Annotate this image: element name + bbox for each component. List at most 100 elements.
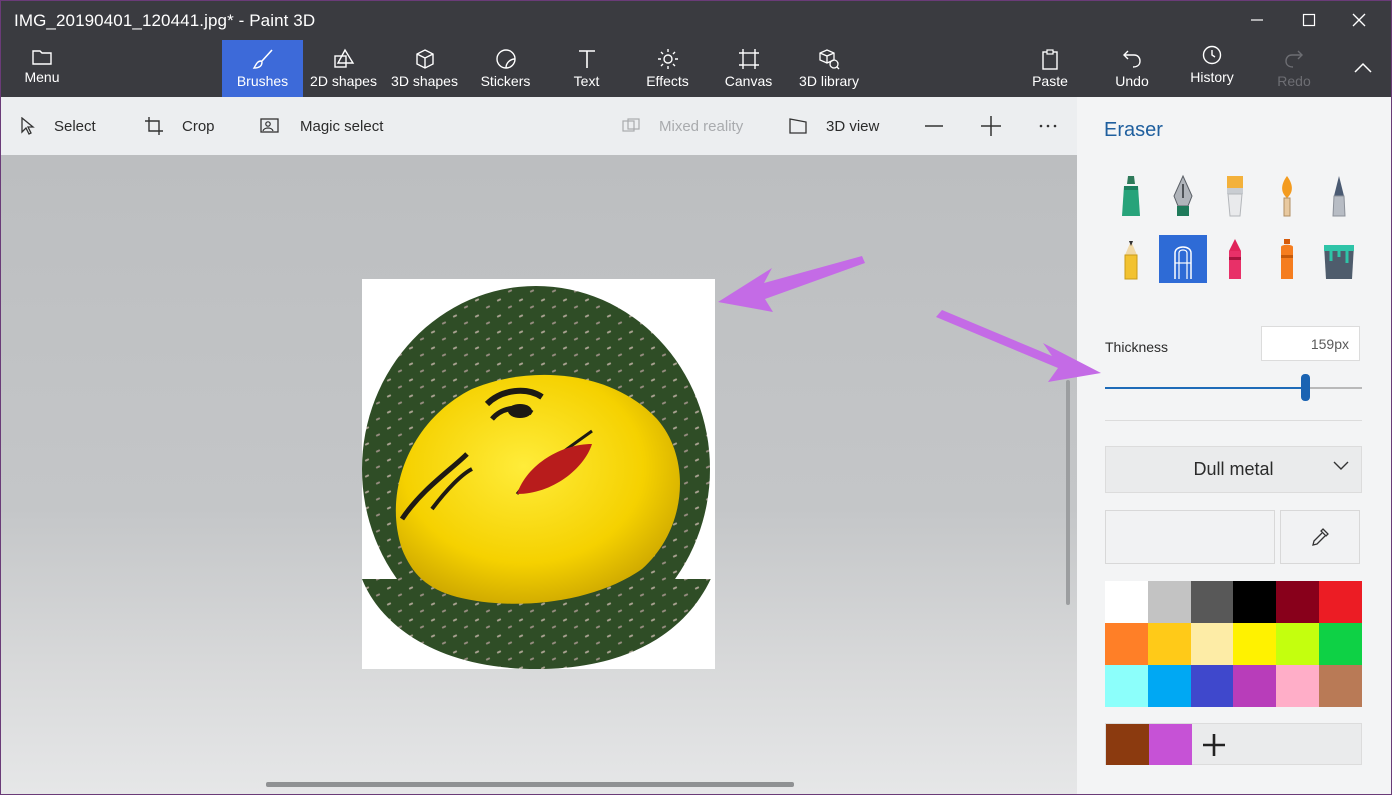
palette-color-swatch[interactable] [1319, 581, 1362, 623]
crayon-brush[interactable] [1211, 235, 1259, 283]
palette-color-swatch[interactable] [1233, 623, 1277, 665]
canvas-icon [738, 40, 760, 70]
oil-brush[interactable] [1211, 172, 1259, 220]
redo-button[interactable]: Redo [1256, 40, 1332, 97]
clipboard-icon [1039, 40, 1061, 70]
material-dropdown[interactable]: Dull metal [1105, 446, 1362, 493]
custom-color-swatch[interactable] [1106, 724, 1149, 765]
tab-text[interactable]: Text [546, 40, 627, 97]
paint3d-window: IMG_20190401_120441.jpg* - Paint 3D Menu… [0, 0, 1392, 795]
zoom-in-button[interactable] [971, 97, 1011, 155]
horizontal-scrollbar[interactable] [266, 782, 794, 787]
vertical-scrollbar[interactable] [1066, 380, 1070, 605]
palette-color-swatch[interactable] [1105, 581, 1148, 623]
material-value: Dull metal [1193, 459, 1274, 479]
menu-button[interactable]: Menu [0, 40, 84, 97]
maximize-button[interactable] [1286, 0, 1332, 40]
3d-view-icon [788, 117, 808, 135]
watercolor-brush[interactable] [1263, 172, 1311, 220]
tab-label: Effects [646, 73, 689, 89]
image-canvas[interactable] [362, 279, 715, 669]
zoom-out-button[interactable] [914, 97, 954, 155]
add-color-button[interactable] [1199, 724, 1229, 765]
thickness-slider[interactable] [1105, 374, 1362, 401]
undo-button[interactable]: Undo [1094, 40, 1170, 97]
paste-button[interactable]: Paste [1012, 40, 1088, 97]
history-label: History [1190, 69, 1234, 85]
tab-label: Text [573, 73, 600, 89]
tab-label: Brushes [236, 73, 289, 89]
pencil-brush[interactable] [1107, 235, 1155, 283]
palette-color-swatch[interactable] [1233, 581, 1277, 623]
history-button[interactable]: History [1174, 40, 1250, 97]
palette-color-swatch[interactable] [1319, 665, 1362, 707]
redo-icon [1283, 40, 1305, 70]
tab-canvas[interactable]: Canvas [708, 40, 789, 97]
close-button[interactable] [1336, 0, 1382, 40]
tab-2d-shapes[interactable]: 2D shapes [303, 40, 384, 97]
fill-bucket-brush[interactable] [1315, 235, 1363, 283]
color-palette [1105, 581, 1362, 707]
mixed-reality-button[interactable]: Mixed reality [622, 97, 743, 155]
thickness-input[interactable]: 159px [1261, 326, 1360, 361]
tab-brushes[interactable]: Brushes [222, 40, 303, 97]
palette-color-swatch[interactable] [1276, 665, 1320, 707]
palette-color-swatch[interactable] [1147, 665, 1191, 707]
panel-title: Eraser [1104, 119, 1163, 141]
eyedropper-button[interactable] [1280, 510, 1360, 564]
pixel-pen-icon [1332, 176, 1346, 217]
select-button[interactable]: Select [20, 97, 96, 155]
redo-label: Redo [1277, 73, 1311, 89]
tab-3d-library[interactable]: 3D library [789, 40, 869, 97]
spray-can-icon [1281, 239, 1293, 279]
palette-color-swatch[interactable] [1319, 623, 1362, 665]
spray-can-brush[interactable] [1263, 235, 1311, 283]
photo-pillow-image [362, 279, 715, 669]
palette-color-swatch[interactable] [1105, 623, 1148, 665]
pixel-pen-brush[interactable] [1315, 172, 1363, 220]
palette-color-swatch[interactable] [1276, 623, 1320, 665]
palette-color-swatch[interactable] [1233, 665, 1277, 707]
3d-library-icon [818, 40, 840, 70]
tab-stickers[interactable]: Stickers [465, 40, 546, 97]
collapse-ribbon-button[interactable] [1340, 48, 1386, 88]
tab-effects[interactable]: Effects [627, 40, 708, 97]
cursor-icon [20, 117, 36, 135]
crop-button[interactable]: Crop [144, 97, 215, 155]
divider [1105, 420, 1362, 421]
palette-color-swatch[interactable] [1190, 665, 1234, 707]
current-color-swatch[interactable] [1105, 510, 1275, 564]
more-options-button[interactable] [1028, 97, 1068, 155]
paste-label: Paste [1032, 73, 1068, 89]
palette-color-swatch[interactable] [1105, 665, 1148, 707]
thickness-slider-fill [1105, 387, 1306, 389]
palette-color-swatch[interactable] [1147, 581, 1191, 623]
sticker-icon [495, 40, 517, 70]
3d-view-button[interactable]: 3D view [788, 97, 879, 155]
undo-label: Undo [1115, 73, 1149, 89]
tab-label: Canvas [724, 73, 773, 89]
palette-color-swatch[interactable] [1190, 581, 1234, 623]
palette-color-swatch[interactable] [1190, 623, 1234, 665]
window-title: IMG_20190401_120441.jpg* - Paint 3D [14, 11, 316, 30]
tab-3d-shapes[interactable]: 3D shapes [384, 40, 465, 97]
brush-settings-panel: Eraser Thickness 159px Dull metal [1077, 97, 1392, 795]
folder-icon [31, 40, 53, 66]
3d-view-label: 3D view [826, 117, 880, 135]
calligraphy-pen-brush[interactable] [1159, 172, 1207, 220]
pencil-icon [1124, 241, 1138, 280]
marker-brush[interactable] [1107, 172, 1155, 220]
palette-color-swatch[interactable] [1147, 623, 1191, 665]
thickness-slider-thumb[interactable] [1301, 374, 1311, 401]
thickness-label: Thickness [1105, 339, 1169, 355]
eraser-brush[interactable] [1159, 235, 1207, 283]
canvas-toolbar: Select Crop Magic select Mixed reality 3… [0, 97, 1077, 155]
marker-icon [1122, 176, 1140, 216]
minimize-button[interactable] [1234, 0, 1280, 40]
custom-colors-row [1105, 723, 1362, 765]
custom-color-swatch[interactable] [1149, 724, 1192, 765]
watercolor-icon [1282, 176, 1292, 217]
magic-select-button[interactable]: Magic select [260, 97, 383, 155]
magic-select-label: Magic select [300, 117, 384, 135]
palette-color-swatch[interactable] [1276, 581, 1320, 623]
